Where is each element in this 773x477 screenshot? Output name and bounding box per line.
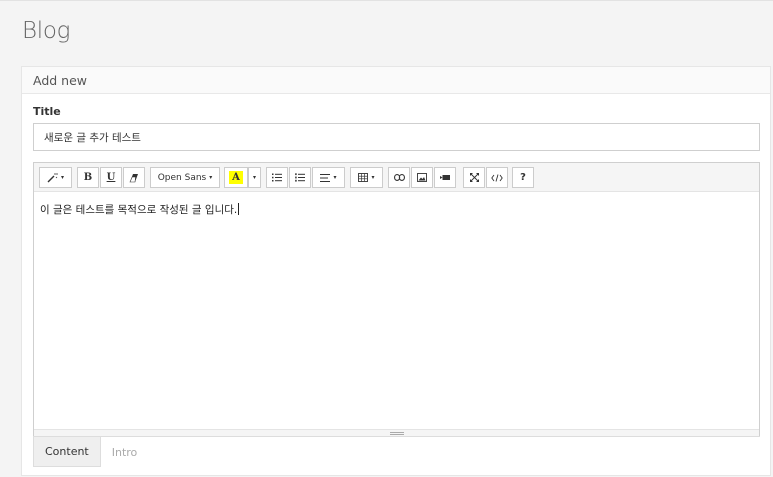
editor-content[interactable]: 이 글은 테스트를 목적으로 작성된 글 입니다.	[34, 192, 759, 227]
caret-down-icon: ▾	[60, 174, 64, 181]
editor-resize-bar[interactable]	[34, 429, 759, 436]
code-view-button[interactable]	[486, 167, 508, 188]
resize-grip-icon	[390, 432, 404, 435]
fullscreen-button[interactable]	[463, 167, 485, 188]
image-icon	[417, 173, 427, 182]
font-family-label: Open Sans	[157, 172, 207, 183]
caret-down-icon: ▾	[371, 174, 375, 181]
ordered-list-icon	[295, 173, 305, 182]
paragraph-align-dropdown[interactable]: ▾	[312, 167, 345, 188]
video-button[interactable]	[434, 167, 456, 188]
align-left-icon	[320, 173, 331, 182]
help-button[interactable]: ?	[512, 167, 534, 188]
eraser-icon	[129, 173, 138, 182]
caret-down-icon: ▾	[252, 174, 256, 181]
image-button[interactable]	[411, 167, 433, 188]
text-cursor	[238, 203, 240, 215]
magic-wand-button[interactable]: ▾	[39, 167, 72, 188]
top-border	[0, 0, 773, 1]
text-color-dropdown[interactable]: ▾	[248, 167, 261, 188]
link-button[interactable]	[388, 167, 410, 188]
tab-intro[interactable]: Intro	[101, 437, 149, 467]
code-view-icon	[491, 173, 503, 182]
fullscreen-icon	[469, 173, 479, 182]
title-input[interactable]	[33, 123, 760, 151]
table-dropdown[interactable]: ▾	[350, 167, 383, 188]
caret-down-icon: ▾	[333, 174, 337, 181]
magic-wand-icon	[47, 173, 58, 183]
text-color-button[interactable]: A	[224, 167, 248, 188]
editor-text: 이 글은 테스트를 목적으로 작성된 글 입니다.	[40, 204, 238, 216]
font-family-dropdown[interactable]: Open Sans ▾	[150, 167, 220, 188]
clear-format-button[interactable]	[123, 167, 145, 188]
panel-heading: Add new	[22, 67, 770, 94]
page-title: Blog	[22, 18, 71, 44]
bold-button[interactable]: B	[77, 167, 99, 188]
ordered-list-button[interactable]	[289, 167, 311, 188]
caret-down-icon: ▾	[209, 174, 213, 181]
underline-button[interactable]: U	[100, 167, 122, 188]
table-icon	[358, 173, 369, 182]
unordered-list-icon	[272, 173, 282, 182]
editor-toolbar: ▾ B U Open Sans ▾ A ▾ ▾ ▾ ?	[34, 163, 759, 192]
text-color-icon: A	[229, 171, 243, 184]
add-new-panel: Add new Title ▾ B U	[21, 66, 771, 476]
tab-content[interactable]: Content	[33, 437, 101, 467]
rich-text-editor: ▾ B U Open Sans ▾ A ▾ ▾ ▾ ? 이 글은 테스트를 목적…	[33, 162, 760, 437]
unordered-list-button[interactable]	[266, 167, 288, 188]
content-tabs: Content Intro	[33, 436, 760, 467]
title-label: Title	[33, 105, 61, 118]
video-icon	[440, 175, 450, 180]
link-icon	[393, 174, 405, 181]
